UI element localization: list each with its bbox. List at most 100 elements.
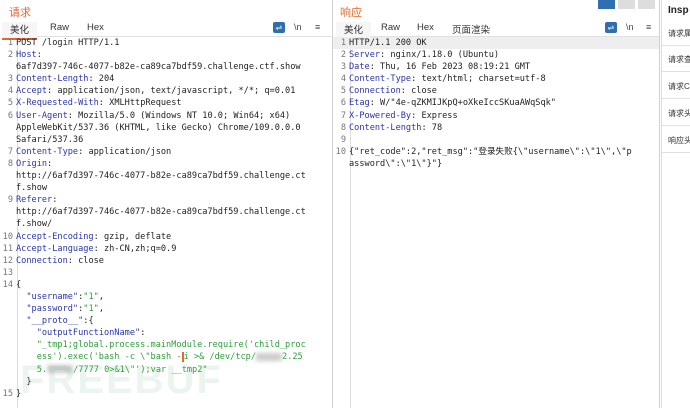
header-name: Date <box>349 62 370 73</box>
menu-icon[interactable]: ≡ <box>646 22 651 32</box>
line-number: 7 <box>340 110 346 121</box>
wrap-icon[interactable]: ⇌ <box>273 22 285 33</box>
newline-icon[interactable]: \n <box>626 22 634 32</box>
inspector-panel: Insp 请求属性 请求查询 请求Cookie 请求头 响应头 <box>661 0 690 408</box>
line-number: 1 <box>340 38 346 48</box>
line-number: 9 <box>7 195 13 206</box>
code-line: 5 X-Requested-With: XMLHttpRequest <box>0 97 332 109</box>
inspector-title: Insp <box>668 5 689 16</box>
line-number: 12 <box>2 255 13 266</box>
header-name: Origin <box>16 158 48 169</box>
response-panel: 响应 美化 Raw Hex 页面渲染 ⇌ \n ≡ 1 HTTP/1.1 200 … <box>333 0 660 408</box>
code-line: 6 User-Agent: Mozilla/5.0 (Windows NT 10.… <box>0 110 332 122</box>
code-text: : <box>140 328 146 339</box>
code-line: 5 Connection: close <box>333 85 659 97</box>
header-name: Connection <box>349 86 401 97</box>
layout-horizontal-icon[interactable] <box>618 0 635 9</box>
code-text: , <box>98 291 105 302</box>
request-editor[interactable]: 1 POST /login HTTP/1.1 2 Host: 6af7d397-746c… <box>0 37 332 408</box>
code-text: "1" <box>83 304 99 315</box>
code-text: : Express <box>411 110 458 121</box>
code-text: , <box>98 304 105 315</box>
header-name: Host <box>16 50 37 61</box>
tab-raw[interactable]: Raw <box>381 22 400 33</box>
code-line: 7 Content-Type: application/json <box>0 146 332 158</box>
code-line: "username":"1", <box>0 291 332 303</box>
line-number: 6 <box>7 110 13 121</box>
code-line: http://6af7d397-746c-4077-b82e-ca89ca7bd… <box>0 170 332 182</box>
line-number: 3 <box>340 62 346 73</box>
header-name: X-Powered-By <box>349 110 412 121</box>
code-line: 10 {"ret_code":2,"ret_msg":"登录失败{\"userna… <box>333 146 659 158</box>
response-tabs: 美化 Raw Hex 页面渲染 ⇌ \n ≡ <box>336 20 659 40</box>
code-line: 4 Accept: application/json, text/javascri… <box>0 85 332 97</box>
line-number: 6 <box>340 98 346 109</box>
header-name: Accept-Language <box>16 243 94 254</box>
tab-raw[interactable]: Raw <box>50 22 69 33</box>
code-text: { <box>16 279 22 290</box>
code-text: "1" <box>83 291 99 302</box>
header-name: User-Agent <box>16 110 68 121</box>
line-number: 15 <box>2 388 13 399</box>
code-line: 10 Accept-Encoding: gzip, deflate <box>0 231 332 243</box>
code-text: : <box>47 158 53 169</box>
code-line: 2 Host: <box>0 49 332 61</box>
inspector-item[interactable]: 请求查询 <box>662 46 690 72</box>
response-editor[interactable]: 1 HTTP/1.1 200 OK 2 Server: nginx/1.18.0 (U… <box>333 37 659 408</box>
line-number: 10 <box>335 146 346 157</box>
inspector-item[interactable]: 请求属性 <box>662 20 690 46</box>
tab-hex[interactable]: Hex <box>417 22 434 33</box>
code-text: "outputFunctionName" <box>36 328 141 339</box>
code-line: "_tmp1;global.process.mainModule.require… <box>0 339 332 351</box>
code-line: f.show/ <box>0 218 332 230</box>
layout-single-icon[interactable] <box>638 0 655 9</box>
line-number: 8 <box>7 158 13 169</box>
code-text: http://6af7d397-746c-4077-b82e-ca89ca7bd… <box>16 207 306 218</box>
menu-icon[interactable]: ≡ <box>315 22 320 32</box>
code-line: 1 POST /login HTTP/1.1 <box>0 37 332 49</box>
code-text: : 78 <box>421 122 443 133</box>
line-number: 7 <box>7 146 13 157</box>
header-name: X-Requested-With <box>16 98 99 109</box>
inspector-item[interactable]: 响应头 <box>662 127 690 153</box>
header-name: Referer <box>16 195 53 206</box>
code-text: : XMLHttpRequest <box>98 98 182 109</box>
code-line: 2 Server: nginx/1.18.0 (Ubuntu) <box>333 49 659 61</box>
line-number: 10 <box>2 231 13 242</box>
line-number: 5 <box>340 86 346 97</box>
code-text: : W/"4e-qZKMIJKpQ+oXkeIccSKuaAWqSqk" <box>369 98 556 109</box>
header-name: Content-Length <box>16 74 89 85</box>
wrap-icon[interactable]: ⇌ <box>605 22 617 33</box>
request-title: 请求 <box>9 7 31 19</box>
line-number: 4 <box>340 74 346 85</box>
code-line: 13 <box>0 267 332 279</box>
code-text: : close <box>67 255 104 266</box>
layout-split-icon[interactable] <box>598 0 615 9</box>
header-name: Content-Type <box>16 146 79 157</box>
code-line: AppleWebKit/537.36 (KHTML, like Gecko) C… <box>0 122 332 134</box>
line-number: 1 <box>7 38 13 48</box>
request-tabs: 美化 Raw Hex ⇌ \n ≡ <box>2 20 332 40</box>
newline-icon[interactable]: \n <box>294 22 302 32</box>
code-text: f.show/ <box>16 219 53 230</box>
code-line: assword\":\"1\"}"} <box>333 158 659 170</box>
header-name: Accept-Encoding <box>16 231 94 242</box>
code-text: 6af7d397-746c-4077-b82e-ca89ca7bdf59.cha… <box>16 62 301 73</box>
inspector-item[interactable]: 请求头 <box>662 100 690 126</box>
code-text: : application/json <box>78 146 172 157</box>
code-line: 12 Connection: close <box>0 255 332 267</box>
code-line: http://6af7d397-746c-4077-b82e-ca89ca7bd… <box>0 206 332 218</box>
inspector-item[interactable]: 请求Cookie <box>662 73 690 99</box>
code-text: : Mozilla/5.0 (Windows NT 10.0; Win64; x… <box>67 110 291 121</box>
line-number: 2 <box>340 50 346 61</box>
tab-render[interactable]: 页面渲染 <box>452 22 490 36</box>
tab-hex[interactable]: Hex <box>87 22 104 33</box>
line-number: 2 <box>7 50 13 61</box>
code-line: "outputFunctionName": <box>0 327 332 339</box>
code-line: 1 HTTP/1.1 200 OK <box>333 37 659 50</box>
